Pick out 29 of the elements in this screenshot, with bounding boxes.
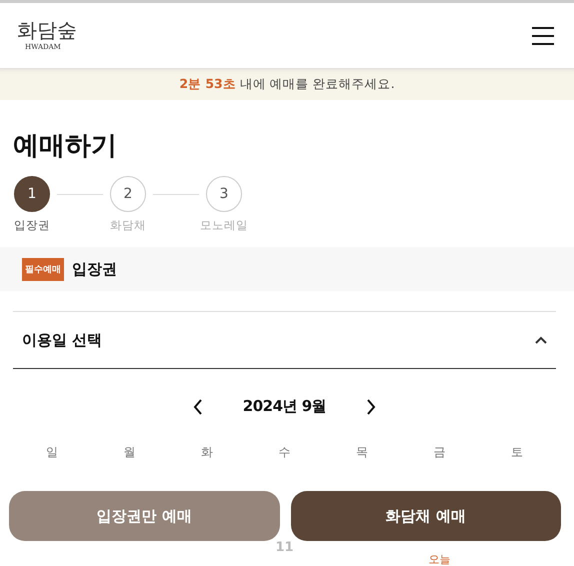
next-month-button[interactable]: [366, 398, 376, 414]
weekday-label: 일: [46, 444, 58, 461]
weekday-label: 월: [123, 444, 136, 461]
calendar-day[interactable]: 11: [275, 541, 294, 555]
previous-month-button[interactable]: [192, 398, 203, 414]
chevron-icon[interactable]: [535, 336, 547, 344]
panel-title: 이용일 선택: [22, 330, 102, 350]
page-title: 예매하기: [13, 130, 118, 163]
reserve-button[interactable]: 화담채 예매: [290, 491, 561, 541]
countdown-time: 2분 53초: [179, 76, 236, 92]
step-label: 입장권: [14, 218, 50, 233]
countdown-message: 내에 예매를 완료해주세요.: [240, 76, 395, 92]
step-circle: 2: [110, 176, 146, 212]
weekday-label: 금: [434, 444, 446, 461]
logo: 화담숲: [17, 20, 77, 40]
step-circle: 1: [14, 176, 50, 212]
menu-icon[interactable]: [532, 26, 554, 44]
weekday-label: 수: [278, 444, 290, 461]
weekday-label: 토: [511, 444, 524, 461]
today-label: 오늘: [428, 554, 451, 566]
step-label: 모노레일: [200, 218, 248, 233]
weekday-label: 목: [356, 444, 368, 461]
reserve-button[interactable]: 입장권만 예매: [9, 491, 280, 541]
month-label: 2024년 9월: [242, 397, 326, 416]
section-title: 입장권: [72, 260, 117, 278]
weekday-label: 화: [200, 444, 213, 461]
step-label: 화담채: [110, 218, 146, 233]
required-badge: 필수예매: [22, 258, 64, 280]
step-circle: 3: [206, 176, 242, 212]
